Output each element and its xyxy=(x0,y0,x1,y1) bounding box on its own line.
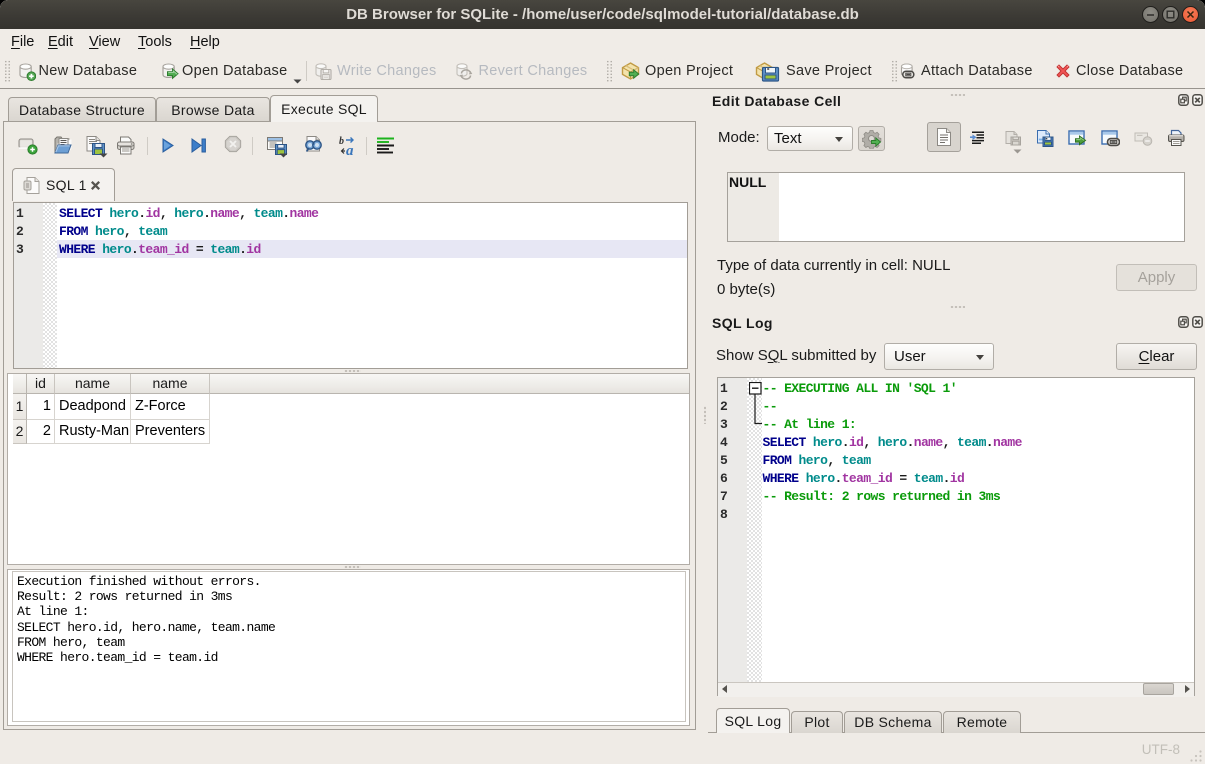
svg-text:b: b xyxy=(339,136,344,147)
svg-text:a: a xyxy=(346,143,354,157)
